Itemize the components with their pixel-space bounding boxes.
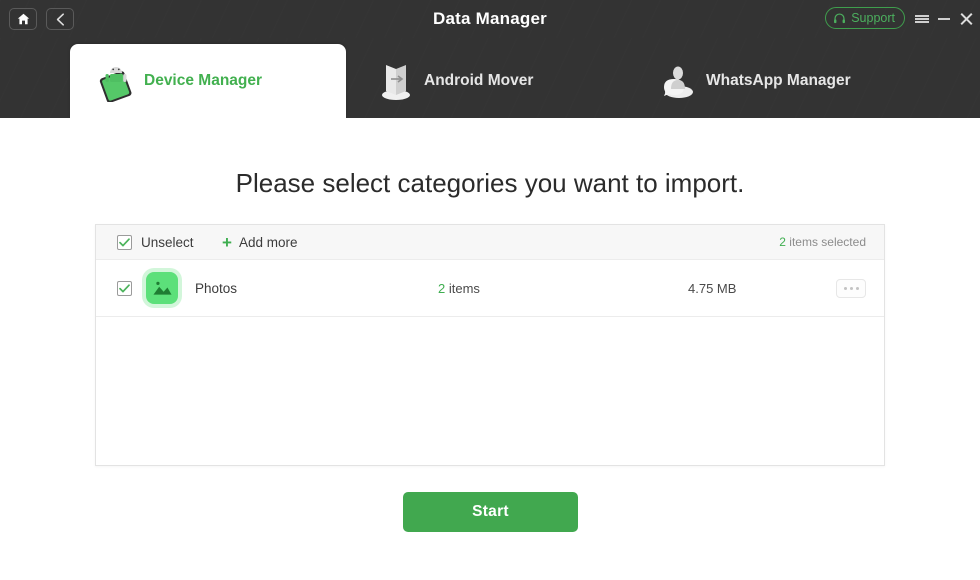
close-button[interactable] <box>956 9 976 29</box>
page-title: Please select categories you want to imp… <box>235 168 745 198</box>
selected-count-suffix: items selected <box>785 235 866 249</box>
add-more-button[interactable]: + Add more <box>222 234 297 251</box>
ellipsis-icon <box>843 286 847 290</box>
folder-transfer-icon <box>368 57 424 105</box>
row-more-button[interactable] <box>836 278 866 298</box>
hamburger-menu-icon <box>915 13 929 24</box>
content-area: Please select categories you want to imp… <box>0 118 980 580</box>
ellipsis-icon <box>849 286 853 290</box>
tab-label-android-mover: Android Mover <box>424 72 534 89</box>
row-name-photos: Photos <box>195 280 238 296</box>
row-items-count: 2 items <box>438 281 480 296</box>
select-all-label: Unselect <box>141 234 194 250</box>
tab-whatsapp-manager[interactable]: WhatsApp Manager <box>638 44 918 118</box>
app-window: Data Manager Support Device Manager Andr… <box>0 0 980 580</box>
tab-strip: Device Manager Android Mover WhatsApp Ma… <box>0 38 980 118</box>
table-row[interactable]: Photos 2 items 4.75 MB <box>96 260 884 317</box>
plus-icon: + <box>222 232 232 252</box>
phone-android-icon <box>88 57 144 105</box>
menu-button[interactable] <box>912 9 932 29</box>
chat-bubble-icon <box>650 57 706 105</box>
start-button[interactable]: Start <box>403 492 578 532</box>
category-card: Unselect + Add more 2 items selected Pho… <box>95 224 885 466</box>
check-icon <box>119 237 130 246</box>
photos-image-icon <box>146 272 178 304</box>
tab-device-manager[interactable]: Device Manager <box>70 44 346 118</box>
ellipsis-icon <box>855 286 859 290</box>
select-all-toggle[interactable]: Unselect <box>117 234 194 250</box>
minimize-icon <box>938 18 950 20</box>
select-all-checkbox[interactable] <box>117 234 132 250</box>
row-items-suffix: items <box>445 280 480 296</box>
support-label: Support <box>851 11 895 25</box>
tab-label-device-manager: Device Manager <box>144 72 263 89</box>
selected-count-number: 2 <box>779 235 786 249</box>
selected-count-status: 2 items selected <box>779 235 866 249</box>
row-checkbox-photos[interactable] <box>117 280 132 296</box>
tab-android-mover[interactable]: Android Mover <box>356 44 626 118</box>
row-size: 4.75 MB <box>688 280 737 296</box>
check-icon <box>119 283 130 292</box>
close-icon <box>959 12 973 26</box>
support-button[interactable]: Support <box>825 7 905 29</box>
minimize-button[interactable] <box>934 9 954 29</box>
headset-icon <box>834 12 846 23</box>
category-card-header: Unselect + Add more 2 items selected <box>96 225 884 260</box>
tab-label-whatsapp-manager: WhatsApp Manager <box>706 72 851 89</box>
title-bar: Data Manager Support <box>0 0 980 38</box>
add-more-label: Add more <box>238 234 298 250</box>
